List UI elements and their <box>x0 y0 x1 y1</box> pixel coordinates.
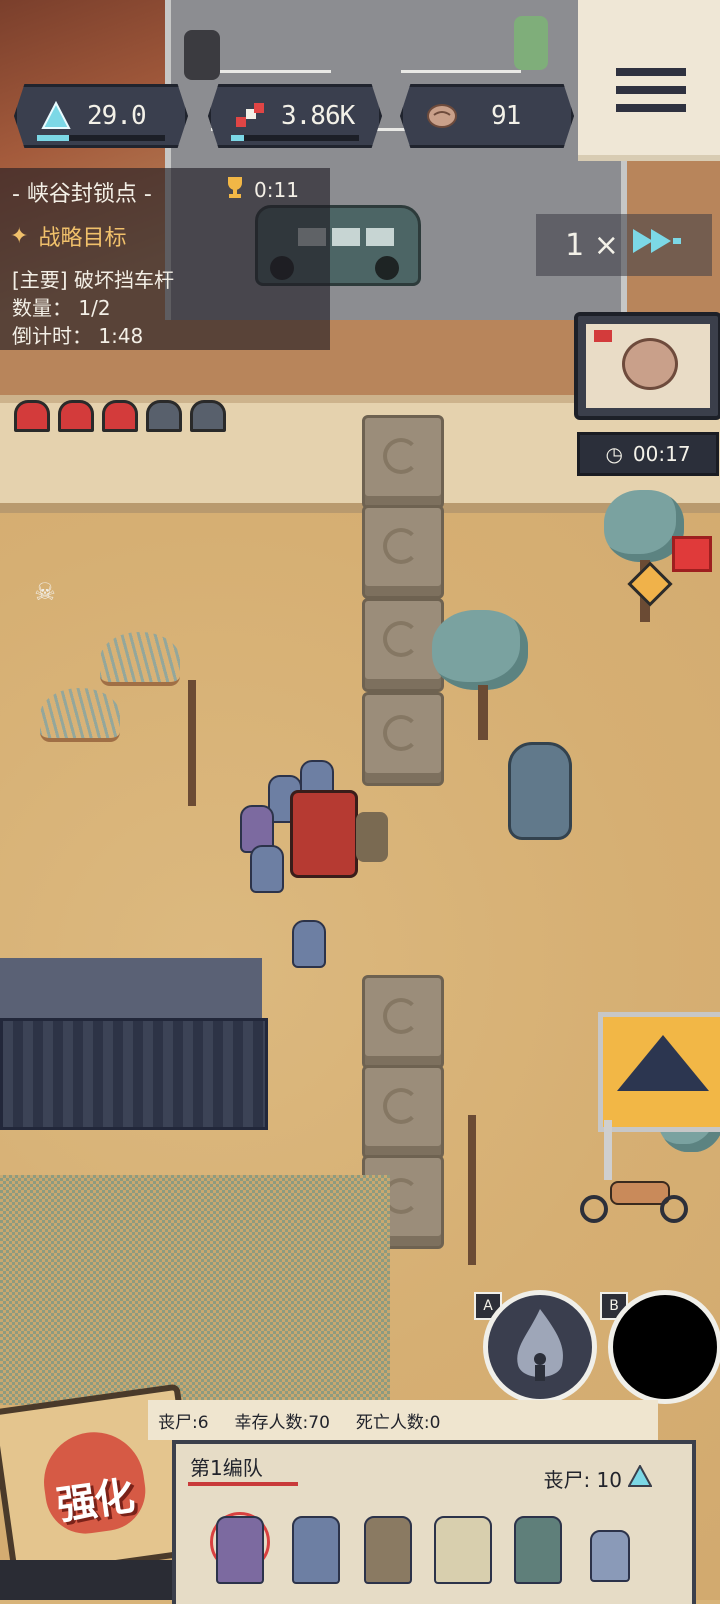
speed-label: 1 × <box>565 227 619 263</box>
grass-patch <box>0 1175 390 1405</box>
crystal-progress <box>37 135 165 141</box>
resource-brain[interactable]: 91 <box>400 84 574 148</box>
objective-header-label: 战略目标 <box>38 226 127 251</box>
squad-member[interactable] <box>434 1516 492 1584</box>
resource-dna[interactable]: 3.86K <box>208 84 382 148</box>
zombie-unit[interactable] <box>292 920 326 968</box>
helmet-life-icon <box>146 400 182 432</box>
lane-marking <box>401 70 521 73</box>
crystal-value: 29.0 <box>87 101 147 131</box>
skill-a-button[interactable] <box>483 1290 597 1404</box>
trophy-time-value: 0:11 <box>254 177 299 202</box>
stage-title: - 峡谷封锁点 - <box>12 182 152 207</box>
squad-panel: 第1编队 丧尸: 10 <box>172 1440 696 1604</box>
dna-icon <box>594 330 612 342</box>
dry-bush <box>100 632 180 686</box>
tree <box>432 610 528 690</box>
shipping-container <box>0 1018 268 1130</box>
flame-icon <box>517 1309 564 1381</box>
moto-wheel <box>580 1195 608 1223</box>
helmet-life-icon <box>102 400 138 432</box>
barricade-block[interactable] <box>362 1065 444 1159</box>
event-card[interactable] <box>574 312 720 420</box>
squad-title-underline <box>188 1482 298 1486</box>
trophy-timer: 0:11 <box>222 174 299 205</box>
objective-count: 数量： 1/2 <box>12 296 111 320</box>
player-character[interactable] <box>290 790 358 878</box>
squad-title[interactable]: 第1编队 <box>190 1452 263 1481</box>
survivor-npc[interactable] <box>184 30 220 80</box>
squad-member[interactable] <box>292 1516 340 1584</box>
sparkle-icon: ✦ <box>10 223 29 249</box>
clock-icon: ◷ <box>605 442 623 466</box>
objective-header[interactable]: ✦ 战略目标 <box>10 220 126 252</box>
crystal-icon <box>627 1463 653 1492</box>
dead-tree <box>468 1115 476 1265</box>
barricade-block[interactable] <box>362 505 444 599</box>
death-count: 死亡人数:0 <box>355 1412 441 1433</box>
helmet-life-icon <box>14 400 50 432</box>
trophy-icon <box>222 174 248 205</box>
survivor-npc[interactable] <box>356 812 388 862</box>
squad-member[interactable] <box>590 1530 630 1582</box>
fast-forward-icon <box>631 226 683 264</box>
menu-icon-line <box>616 86 686 94</box>
survivor-npc[interactable] <box>514 16 548 70</box>
dna-progress <box>231 135 359 141</box>
container-roof <box>0 958 262 1018</box>
sleeping-bag[interactable] <box>508 742 572 840</box>
crystal-icon <box>39 99 73 133</box>
menu-icon <box>616 68 686 76</box>
resource-crystal[interactable]: 29.0 <box>14 84 188 148</box>
car-window <box>332 228 360 246</box>
skull-bones-icon: ☠ <box>34 578 56 606</box>
stats-bar: 丧尸:6 幸存人数:70 死亡人数:0 <box>148 1400 658 1440</box>
squad-member[interactable] <box>216 1516 264 1584</box>
skill-b-button[interactable] <box>608 1290 720 1404</box>
squad-zombie-count: 丧尸: 10 <box>543 1463 653 1493</box>
barricade-block[interactable] <box>362 975 444 1069</box>
helmet-life-icon <box>58 400 94 432</box>
helmet-life-icon <box>190 400 226 432</box>
menu-icon-line <box>616 104 686 112</box>
brain-value: 91 <box>491 101 521 131</box>
event-preview <box>586 324 710 408</box>
menu-button[interactable] <box>578 0 720 161</box>
game-speed-button[interactable]: 1 × <box>536 214 712 276</box>
zombie-unit[interactable] <box>250 845 284 893</box>
brain-icon <box>622 338 678 390</box>
car-wheel <box>375 256 399 280</box>
squad-count-label: 丧尸: 10 <box>543 1468 622 1492</box>
objective-countdown: 倒计时： 1:48 <box>12 324 144 348</box>
dna-value: 3.86K <box>281 101 355 131</box>
bottom-frame <box>0 1560 180 1600</box>
squad-member[interactable] <box>364 1516 412 1584</box>
tree-trunk <box>478 685 488 740</box>
barricade-block[interactable] <box>362 415 444 509</box>
event-timer: ◷ 00:17 <box>577 432 719 476</box>
upgrade-label: 强化 <box>53 1473 136 1530</box>
dry-bush <box>40 688 120 742</box>
survivor-count: 幸存人数:70 <box>234 1412 330 1433</box>
motorcycle <box>580 1175 690 1225</box>
dna-icon <box>233 99 267 133</box>
sign-pole <box>604 1120 612 1180</box>
squad-member[interactable] <box>514 1516 562 1584</box>
objective-main: [主要] 破坏挡车杆 <box>12 268 174 292</box>
flag-marker-icon[interactable] <box>672 536 712 572</box>
brain-icon <box>425 99 459 133</box>
car-window <box>366 228 394 246</box>
road-sign <box>598 1012 720 1132</box>
barricade-block[interactable] <box>362 692 444 786</box>
lane-marking <box>211 70 331 73</box>
moto-wheel <box>660 1195 688 1223</box>
dead-tree <box>188 680 196 806</box>
mission-panel: - 峡谷封锁点 - 0:11 ✦ 战略目标 [主要] 破坏挡车杆 数量： 1/2… <box>0 168 330 350</box>
zombie-count: 丧尸:6 <box>158 1412 209 1433</box>
event-timer-value: 00:17 <box>632 442 691 466</box>
